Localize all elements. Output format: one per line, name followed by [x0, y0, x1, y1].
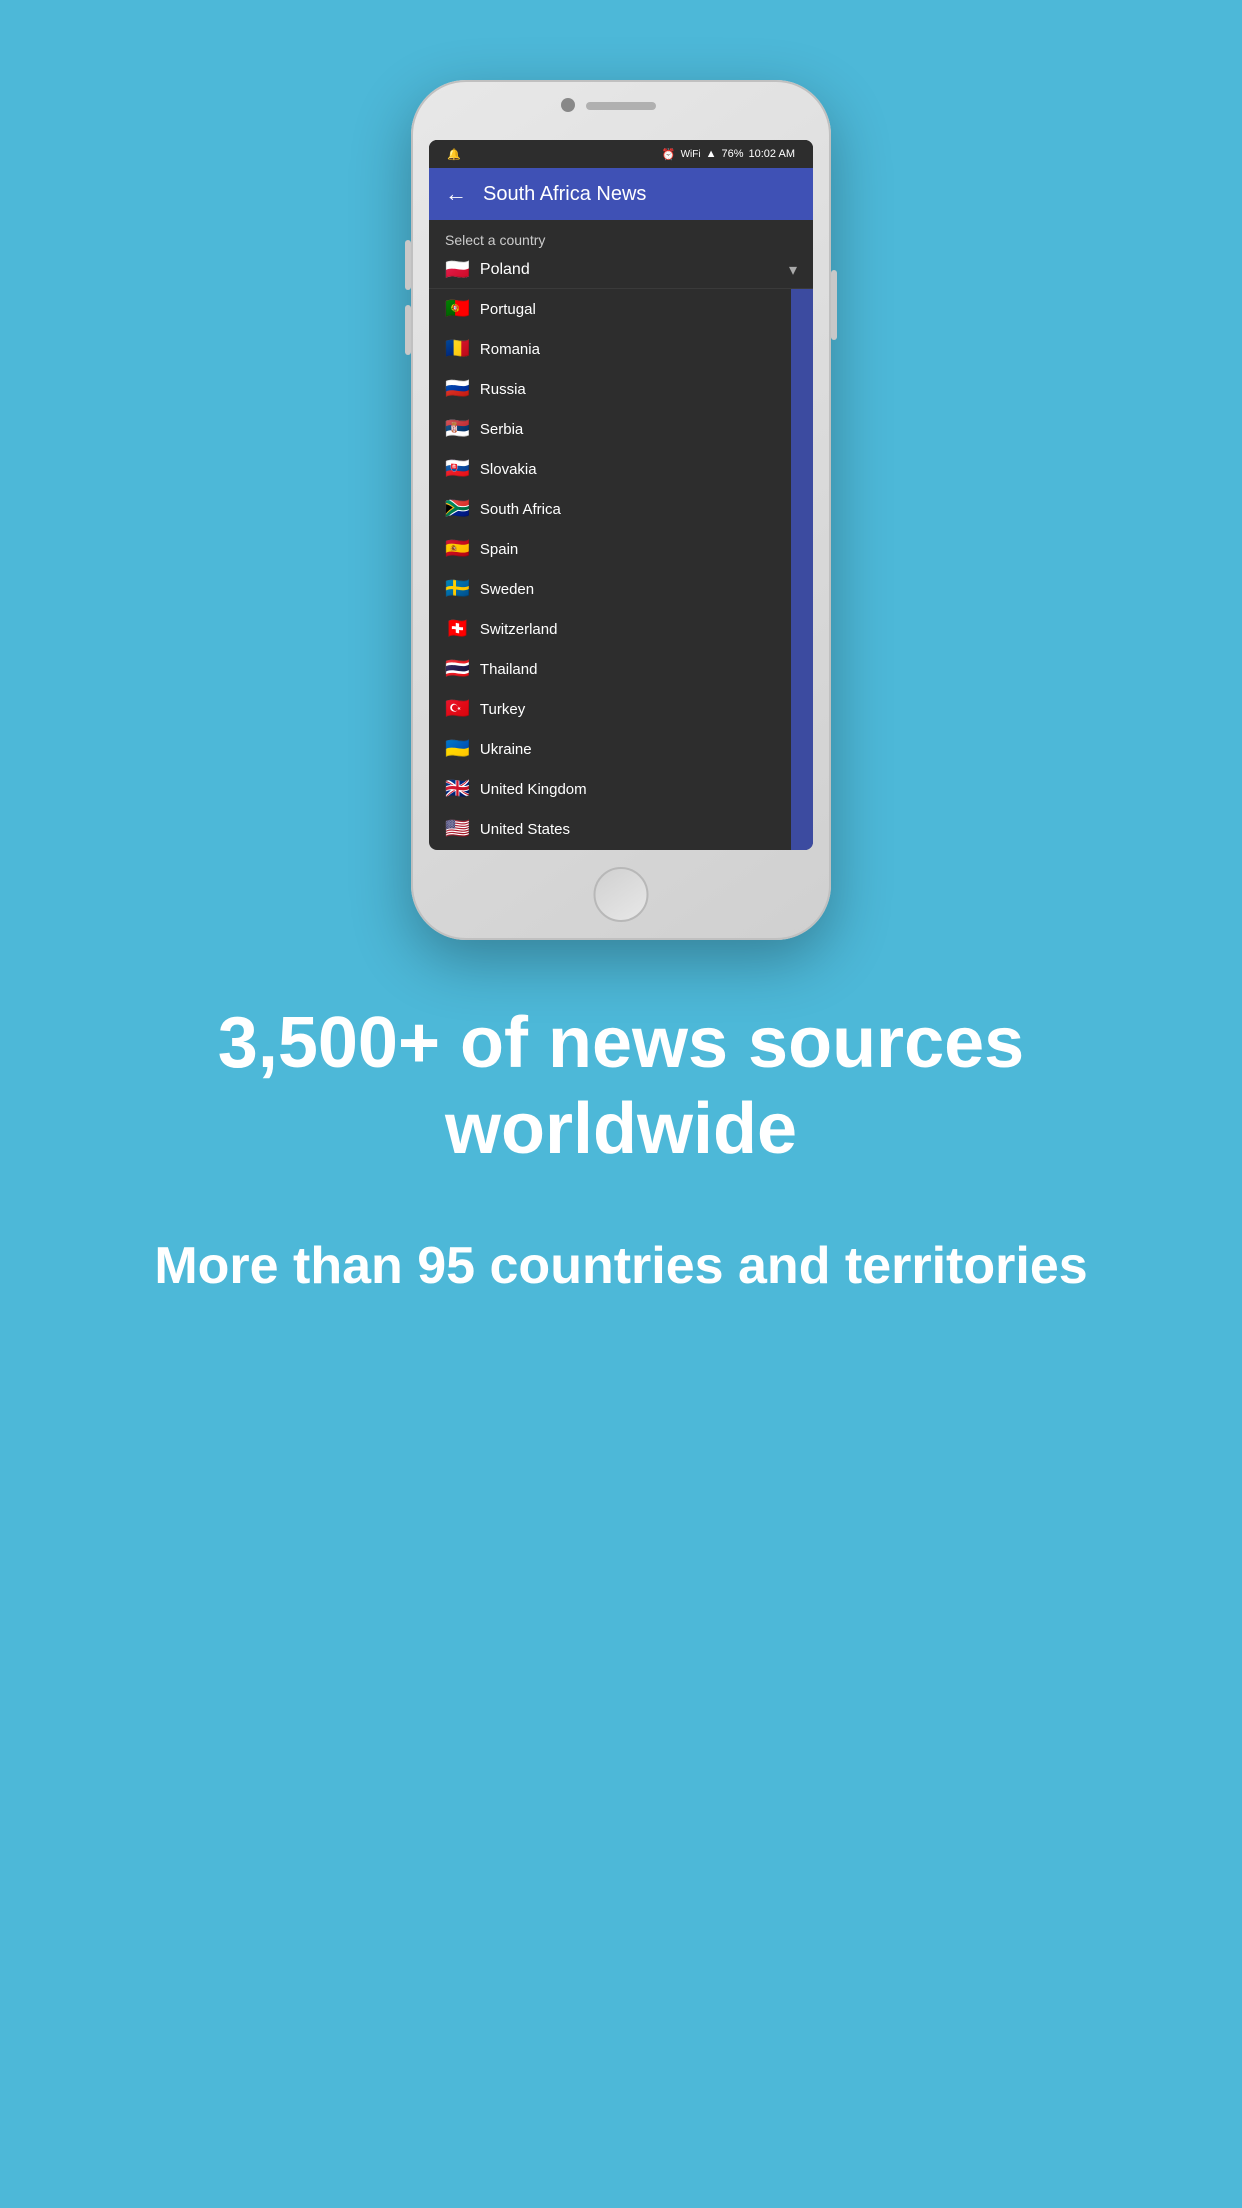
bottom-section: 3,500+ of news sources worldwide More th…: [0, 1000, 1242, 1300]
country-flag-icon: 🇷🇴: [445, 339, 470, 359]
list-item[interactable]: 🇵🇹 Portugal: [429, 289, 813, 329]
phone-camera: [561, 98, 575, 112]
volume-up-button: [405, 240, 411, 290]
list-item[interactable]: 🇹🇷 Turkey: [429, 689, 813, 729]
country-flag-icon: 🇸🇪: [445, 579, 470, 599]
list-item[interactable]: 🇬🇧 United Kingdom: [429, 769, 813, 809]
time-display: 10:02 AM: [749, 148, 795, 160]
country-name-label: Serbia: [480, 421, 523, 438]
country-flag-icon: 🇺🇦: [445, 739, 470, 759]
country-flag-icon: 🇨🇭: [445, 619, 470, 639]
subheadline: More than 95 countries and territories: [154, 1233, 1087, 1301]
country-name-label: Romania: [480, 341, 540, 358]
status-bar: 🔔 ⏰ WiFi ▲ 76% 10:02 AM: [429, 140, 813, 168]
battery-level: 76%: [721, 148, 743, 160]
country-name-label: Spain: [480, 541, 518, 558]
country-flag-icon: 🇪🇸: [445, 539, 470, 559]
list-item[interactable]: 🇿🇦 South Africa: [429, 489, 813, 529]
app-bar: ← South Africa News: [429, 168, 813, 220]
country-flag-icon: 🇹🇭: [445, 659, 470, 679]
country-name-label: Sweden: [480, 581, 534, 598]
country-name-label: Thailand: [480, 661, 538, 678]
country-flag-icon: 🇷🇸: [445, 419, 470, 439]
list-item[interactable]: 🇪🇸 Spain: [429, 529, 813, 569]
country-flag-icon: 🇬🇧: [445, 779, 470, 799]
alarm-icon: ⏰: [662, 148, 676, 161]
list-item[interactable]: 🇹🇭 Thailand: [429, 649, 813, 689]
country-name-label: United Kingdom: [480, 781, 587, 798]
country-name-label: Turkey: [480, 701, 525, 718]
country-flag-icon: 🇺🇸: [445, 819, 470, 839]
country-flag-icon: 🇿🇦: [445, 499, 470, 519]
country-flag-icon: 🇷🇺: [445, 379, 470, 399]
selected-country-flag: 🇵🇱: [445, 260, 470, 280]
headline: 3,500+ of news sources worldwide: [60, 1000, 1182, 1173]
phone-body: 🔔 ⏰ WiFi ▲ 76% 10:02 AM ← South Africa N…: [411, 80, 831, 940]
phone-screen: 🔔 ⏰ WiFi ▲ 76% 10:02 AM ← South Africa N…: [429, 140, 813, 850]
wifi-icon: WiFi: [681, 149, 701, 160]
country-name-label: Ukraine: [480, 741, 532, 758]
country-list: 🇵🇹 Portugal 🇷🇴 Romania 🇷🇺 Russia 🇷🇸 Serbia 🇸🇰 Slo…: [429, 289, 813, 850]
country-dropdown[interactable]: 🇵🇱 Poland ▾: [429, 252, 813, 289]
app-title: South Africa News: [483, 183, 646, 206]
back-button[interactable]: ←: [445, 181, 467, 207]
list-item[interactable]: 🇨🇭 Switzerland: [429, 609, 813, 649]
signal-icon: ▲: [706, 148, 717, 160]
country-list-container: 🇵🇹 Portugal 🇷🇴 Romania 🇷🇺 Russia 🇷🇸 Serbia 🇸🇰 Slo…: [429, 289, 813, 850]
list-item[interactable]: 🇷🇺 Russia: [429, 369, 813, 409]
notification-icon: 🔔: [447, 148, 461, 161]
selected-country-name: Poland: [480, 261, 789, 279]
phone-speaker: [586, 102, 656, 110]
country-name-label: Russia: [480, 381, 526, 398]
power-button: [831, 270, 837, 340]
phone-mockup: 🔔 ⏰ WiFi ▲ 76% 10:02 AM ← South Africa N…: [411, 80, 831, 940]
list-item[interactable]: 🇷🇴 Romania: [429, 329, 813, 369]
dropdown-arrow-icon: ▾: [789, 260, 797, 280]
country-flag-icon: 🇹🇷: [445, 699, 470, 719]
scrollbar[interactable]: [791, 289, 813, 850]
country-name-label: Slovakia: [480, 461, 537, 478]
country-name-label: Switzerland: [480, 621, 558, 638]
home-button[interactable]: [594, 867, 649, 922]
select-country-label: Select a country: [429, 220, 813, 252]
list-item[interactable]: 🇷🇸 Serbia: [429, 409, 813, 449]
country-flag-icon: 🇵🇹: [445, 299, 470, 319]
country-flag-icon: 🇸🇰: [445, 459, 470, 479]
country-name-label: South Africa: [480, 501, 561, 518]
list-item[interactable]: 🇸🇪 Sweden: [429, 569, 813, 609]
list-item[interactable]: 🇺🇸 United States: [429, 809, 813, 849]
country-name-label: Portugal: [480, 301, 536, 318]
list-item[interactable]: 🇺🇦 Ukraine: [429, 729, 813, 769]
country-name-label: United States: [480, 821, 570, 838]
list-item[interactable]: 🇸🇰 Slovakia: [429, 449, 813, 489]
volume-down-button: [405, 305, 411, 355]
